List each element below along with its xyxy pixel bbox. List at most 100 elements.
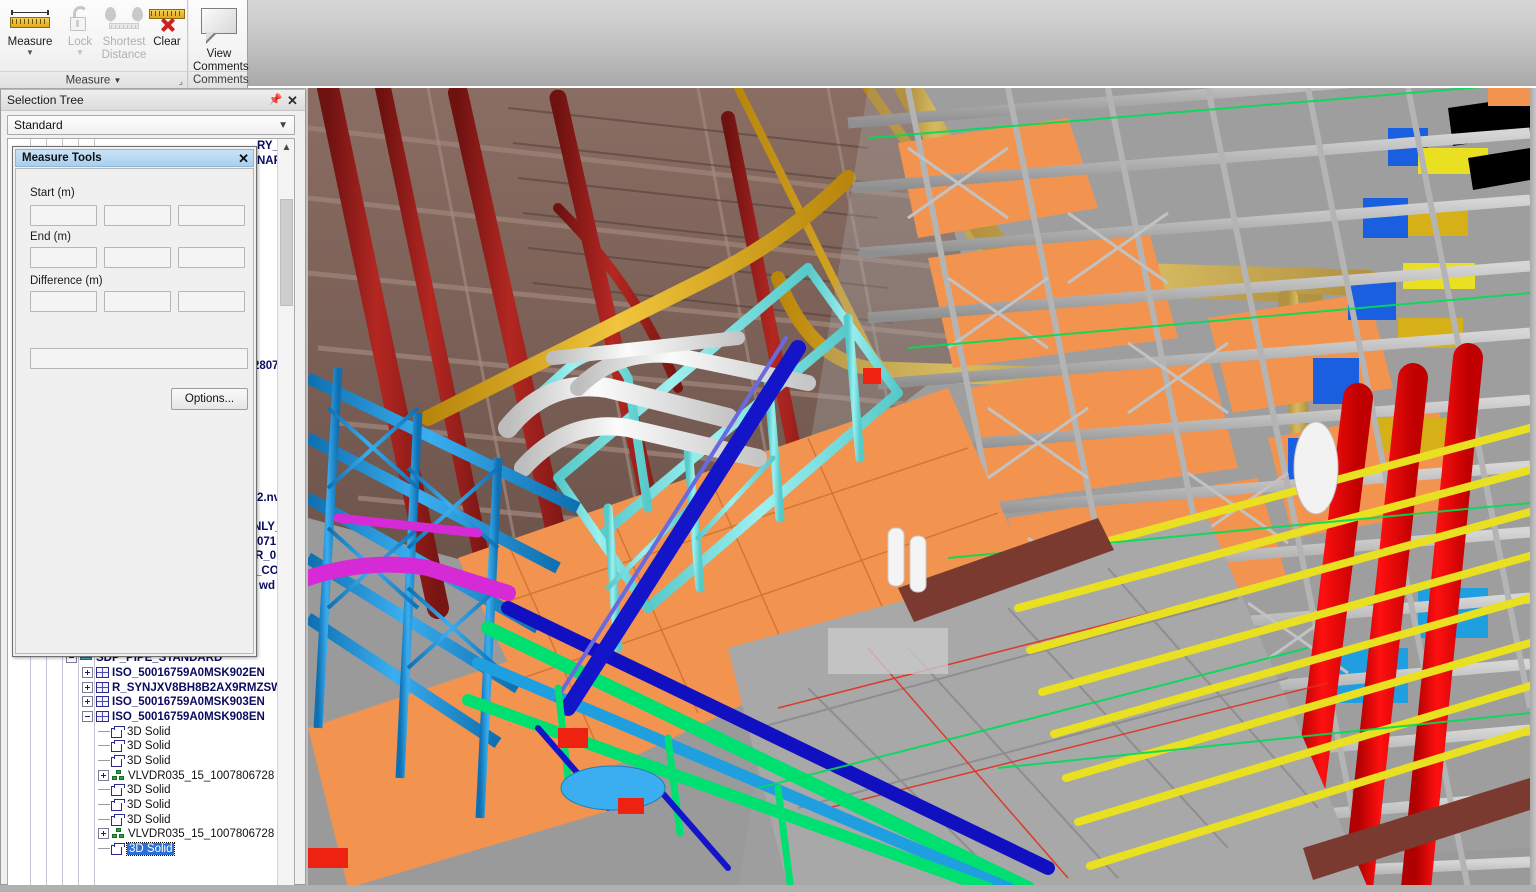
grid-icon bbox=[96, 682, 109, 693]
tree-row-label: 3D Solid bbox=[127, 740, 170, 752]
solid-icon bbox=[111, 726, 123, 737]
tree-row[interactable]: VLVDR035_15_1007806728 bbox=[98, 827, 274, 842]
end-y-field[interactable] bbox=[104, 247, 171, 268]
grid-icon bbox=[96, 667, 109, 678]
tree-row[interactable]: 3D Solid bbox=[98, 725, 170, 740]
selection-tree-mode-dropdown[interactable]: Standard ▼ bbox=[7, 115, 295, 135]
tree-row-label: VLVDR035_15_1007806728 bbox=[128, 828, 274, 840]
shortest-distance-label-1: Shortest bbox=[100, 36, 148, 49]
tree-row-label: 3D Solid bbox=[127, 799, 170, 811]
clear-button-label: Clear bbox=[148, 36, 186, 49]
selection-tree-title: Selection Tree bbox=[7, 93, 84, 107]
tree-connector-line bbox=[98, 760, 110, 761]
tree-connector-line bbox=[98, 804, 110, 805]
tree-connector-line bbox=[98, 848, 110, 849]
tree-row-label: R_SYNJXV8BH8B2AX9RMZSW0ş bbox=[112, 682, 295, 694]
ribbon-toolbar: Measure ▼ Lock ▼ bbox=[0, 0, 1536, 89]
ruler-icon bbox=[8, 6, 52, 32]
measure-tools-body: Start (m) End (m) Difference (m) Options… bbox=[15, 168, 254, 654]
ribbon-panel-comments: View Comments Comments bbox=[189, 0, 248, 88]
tree-connector-line bbox=[98, 819, 110, 820]
measure-panel-caret-icon[interactable]: ▼ bbox=[114, 76, 122, 85]
start-x-field[interactable] bbox=[30, 205, 97, 226]
assembly-icon bbox=[112, 770, 125, 781]
measure-button[interactable]: Measure ▼ bbox=[2, 2, 58, 56]
difference-z-field[interactable] bbox=[178, 291, 245, 312]
tree-connector-line bbox=[98, 731, 110, 732]
tree-row[interactable]: VLVDR035_15_1007806728 bbox=[98, 769, 274, 784]
shortest-distance-icon bbox=[100, 6, 148, 32]
tree-connector-line bbox=[98, 745, 110, 746]
ribbon-empty-area bbox=[248, 0, 1536, 88]
tree-row[interactable]: R_SYNJXV8BH8B2AX9RMZSW0ş bbox=[82, 681, 295, 696]
measure-panel-title-bar[interactable]: Measure ▼ ⌟ bbox=[0, 71, 187, 88]
tree-vertical-scrollbar[interactable]: ▲ ▼ bbox=[277, 139, 294, 892]
viewport-canvas-area[interactable] bbox=[308, 88, 1530, 888]
lock-dropdown-caret-icon[interactable]: ▼ bbox=[62, 49, 98, 56]
grid-icon bbox=[96, 696, 109, 707]
status-bar bbox=[0, 885, 1536, 892]
navisworks-window: Measure ▼ Lock ▼ bbox=[0, 0, 1536, 892]
close-icon[interactable]: ✕ bbox=[285, 93, 300, 108]
selection-tree-mode-value: Standard bbox=[14, 118, 63, 132]
tree-row[interactable]: ISO_50016759A0MSK902EN bbox=[82, 666, 265, 681]
start-y-field[interactable] bbox=[104, 205, 171, 226]
tree-row-occluded: wd bbox=[259, 579, 275, 594]
pin-icon[interactable]: 📌 bbox=[268, 93, 283, 108]
selection-tree-titlebar: Selection Tree 📌 ✕ bbox=[1, 90, 305, 111]
tree-row-label: R_0 bbox=[255, 550, 276, 562]
tree-connector-line bbox=[98, 789, 110, 790]
3d-model-viewport[interactable] bbox=[306, 88, 1536, 892]
lock-button[interactable]: Lock ▼ bbox=[62, 2, 98, 56]
close-icon[interactable]: ✕ bbox=[238, 150, 249, 167]
end-group-label: End (m) bbox=[30, 231, 71, 243]
clear-measurement-icon bbox=[148, 6, 186, 32]
vertical-scroll-thumb[interactable] bbox=[280, 199, 293, 306]
measure-tools-titlebar[interactable]: Measure Tools ✕ bbox=[15, 149, 254, 167]
tree-row-label: 3D Solid bbox=[127, 726, 170, 738]
expand-toggle-icon[interactable] bbox=[82, 696, 93, 707]
end-z-field[interactable] bbox=[178, 247, 245, 268]
tree-row-occluded: _CO bbox=[255, 564, 279, 579]
view-comments-label-1: View bbox=[192, 48, 246, 61]
expand-toggle-icon[interactable] bbox=[98, 828, 109, 839]
expand-toggle-icon[interactable] bbox=[82, 682, 93, 693]
expand-toggle-icon[interactable] bbox=[98, 770, 109, 781]
options-button[interactable]: Options... bbox=[171, 388, 248, 410]
view-comments-button[interactable]: View Comments bbox=[192, 4, 246, 74]
collapse-toggle-icon[interactable] bbox=[82, 711, 93, 722]
tree-row[interactable]: ISO_50016759A0MSK903EN bbox=[82, 695, 265, 710]
solid-icon bbox=[111, 799, 123, 810]
start-z-field[interactable] bbox=[178, 205, 245, 226]
measure-tools-dialog[interactable]: Measure Tools ✕ Start (m) End (m) Differ… bbox=[12, 146, 257, 657]
tree-row-label: 3D Solid bbox=[127, 755, 170, 767]
measurement-result-field[interactable] bbox=[30, 348, 248, 369]
tree-row-label: _CO bbox=[255, 565, 279, 577]
difference-y-field[interactable] bbox=[104, 291, 171, 312]
tree-row[interactable]: 3D Solid bbox=[98, 813, 170, 828]
shortest-distance-button[interactable]: Shortest Distance bbox=[100, 2, 148, 62]
ribbon-panel-measure: Measure ▼ Lock ▼ bbox=[0, 0, 188, 88]
measure-dropdown-caret-icon[interactable]: ▼ bbox=[2, 49, 58, 56]
tree-row[interactable]: 3D Solid bbox=[98, 798, 170, 813]
tree-row-label: 3D Solid bbox=[127, 814, 170, 826]
measure-panel-dialog-launcher-icon[interactable]: ⌟ bbox=[179, 73, 183, 90]
tree-row-occluded: R_0 bbox=[255, 549, 276, 564]
tree-row-label: ISO_50016759A0MSK908EN bbox=[112, 711, 265, 723]
tree-row[interactable]: 3D Solid bbox=[98, 754, 170, 769]
comment-balloon-icon bbox=[198, 8, 240, 44]
chevron-up-icon[interactable]: ▲ bbox=[278, 139, 295, 156]
clear-button[interactable]: Clear bbox=[148, 2, 186, 49]
solid-icon bbox=[111, 814, 123, 825]
expand-toggle-icon[interactable] bbox=[82, 667, 93, 678]
end-x-field[interactable] bbox=[30, 247, 97, 268]
chevron-down-icon[interactable]: ▼ bbox=[278, 116, 288, 135]
tree-row[interactable]: 3D Solid bbox=[98, 739, 170, 754]
tree-row[interactable]: 3D Solid bbox=[98, 783, 170, 798]
tree-row-label: 071 bbox=[257, 536, 276, 548]
tree-row-label: wd bbox=[259, 580, 275, 592]
tree-row[interactable]: 3D Solid bbox=[98, 842, 174, 857]
tree-row[interactable]: ISO_50016759A0MSK908EN bbox=[82, 710, 265, 725]
tree-row-label: 3D Solid bbox=[127, 843, 174, 855]
difference-x-field[interactable] bbox=[30, 291, 97, 312]
